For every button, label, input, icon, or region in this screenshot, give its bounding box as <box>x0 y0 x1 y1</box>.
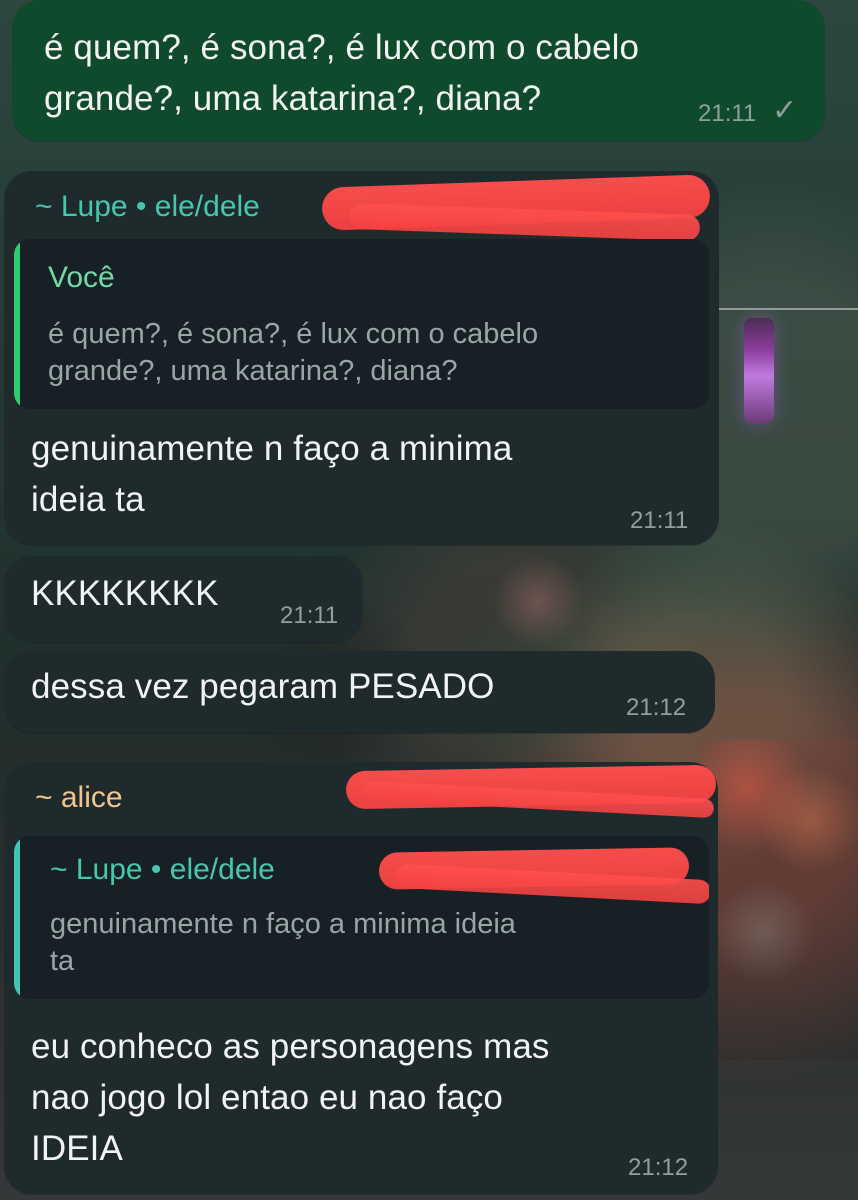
sender-name: ~ alice <box>35 781 123 814</box>
reply-accent-bar <box>14 836 20 999</box>
message-time: 21:11 <box>280 602 339 629</box>
message-bubble-alice[interactable]: ~ alice ~ Lupe • ele/dele genuinamente n… <box>4 762 718 1194</box>
message-bubble-outgoing-1[interactable]: é quem?, é sona?, é lux com o cabelo gra… <box>12 0 825 141</box>
message-time: 21:12 <box>626 694 687 721</box>
message-text: KKKKKKKK <box>31 574 219 613</box>
message-bubble-pesado[interactable]: dessa vez pegaram PESADO 21:12 <box>4 651 715 733</box>
wallpaper-wire <box>718 308 858 310</box>
quoted-reply[interactable]: Você é quem?, é sona?, é lux com o cabel… <box>14 239 709 409</box>
sent-check-icon: ✓ <box>772 94 798 127</box>
message-time: 21:12 <box>628 1154 689 1181</box>
reply-snippet: é quem?, é sona?, é lux com o cabelo gra… <box>48 318 539 387</box>
message-time: 21:11 <box>630 507 689 534</box>
reply-sender-name: ~ Lupe • ele/dele <box>50 853 275 886</box>
message-bubble-lupe[interactable]: ~ Lupe • ele/dele Você é quem?, é sona?,… <box>4 171 719 545</box>
message-bubble-laugh[interactable]: KKKKKKKK 21:11 <box>4 556 363 642</box>
quoted-reply[interactable]: ~ Lupe • ele/dele genuinamente n faço a … <box>14 836 709 999</box>
message-time: 21:11 <box>698 100 757 127</box>
message-text: dessa vez pegaram PESADO <box>31 667 495 706</box>
reply-accent-bar <box>14 239 20 409</box>
reply-sender-name: Você <box>48 261 115 294</box>
sender-name: ~ Lupe • ele/dele <box>35 190 260 223</box>
message-text: é quem?, é sona?, é lux com o cabelo gra… <box>44 28 640 118</box>
message-text: eu conheco as personagens mas nao jogo l… <box>31 1027 550 1168</box>
wallpaper-city-lights <box>700 740 858 1060</box>
reply-snippet: genuinamente n faço a minima ideia ta <box>50 908 516 977</box>
wallpaper-lantern <box>744 318 774 423</box>
message-text: genuinamente n faço a minima ideia ta <box>31 429 513 519</box>
